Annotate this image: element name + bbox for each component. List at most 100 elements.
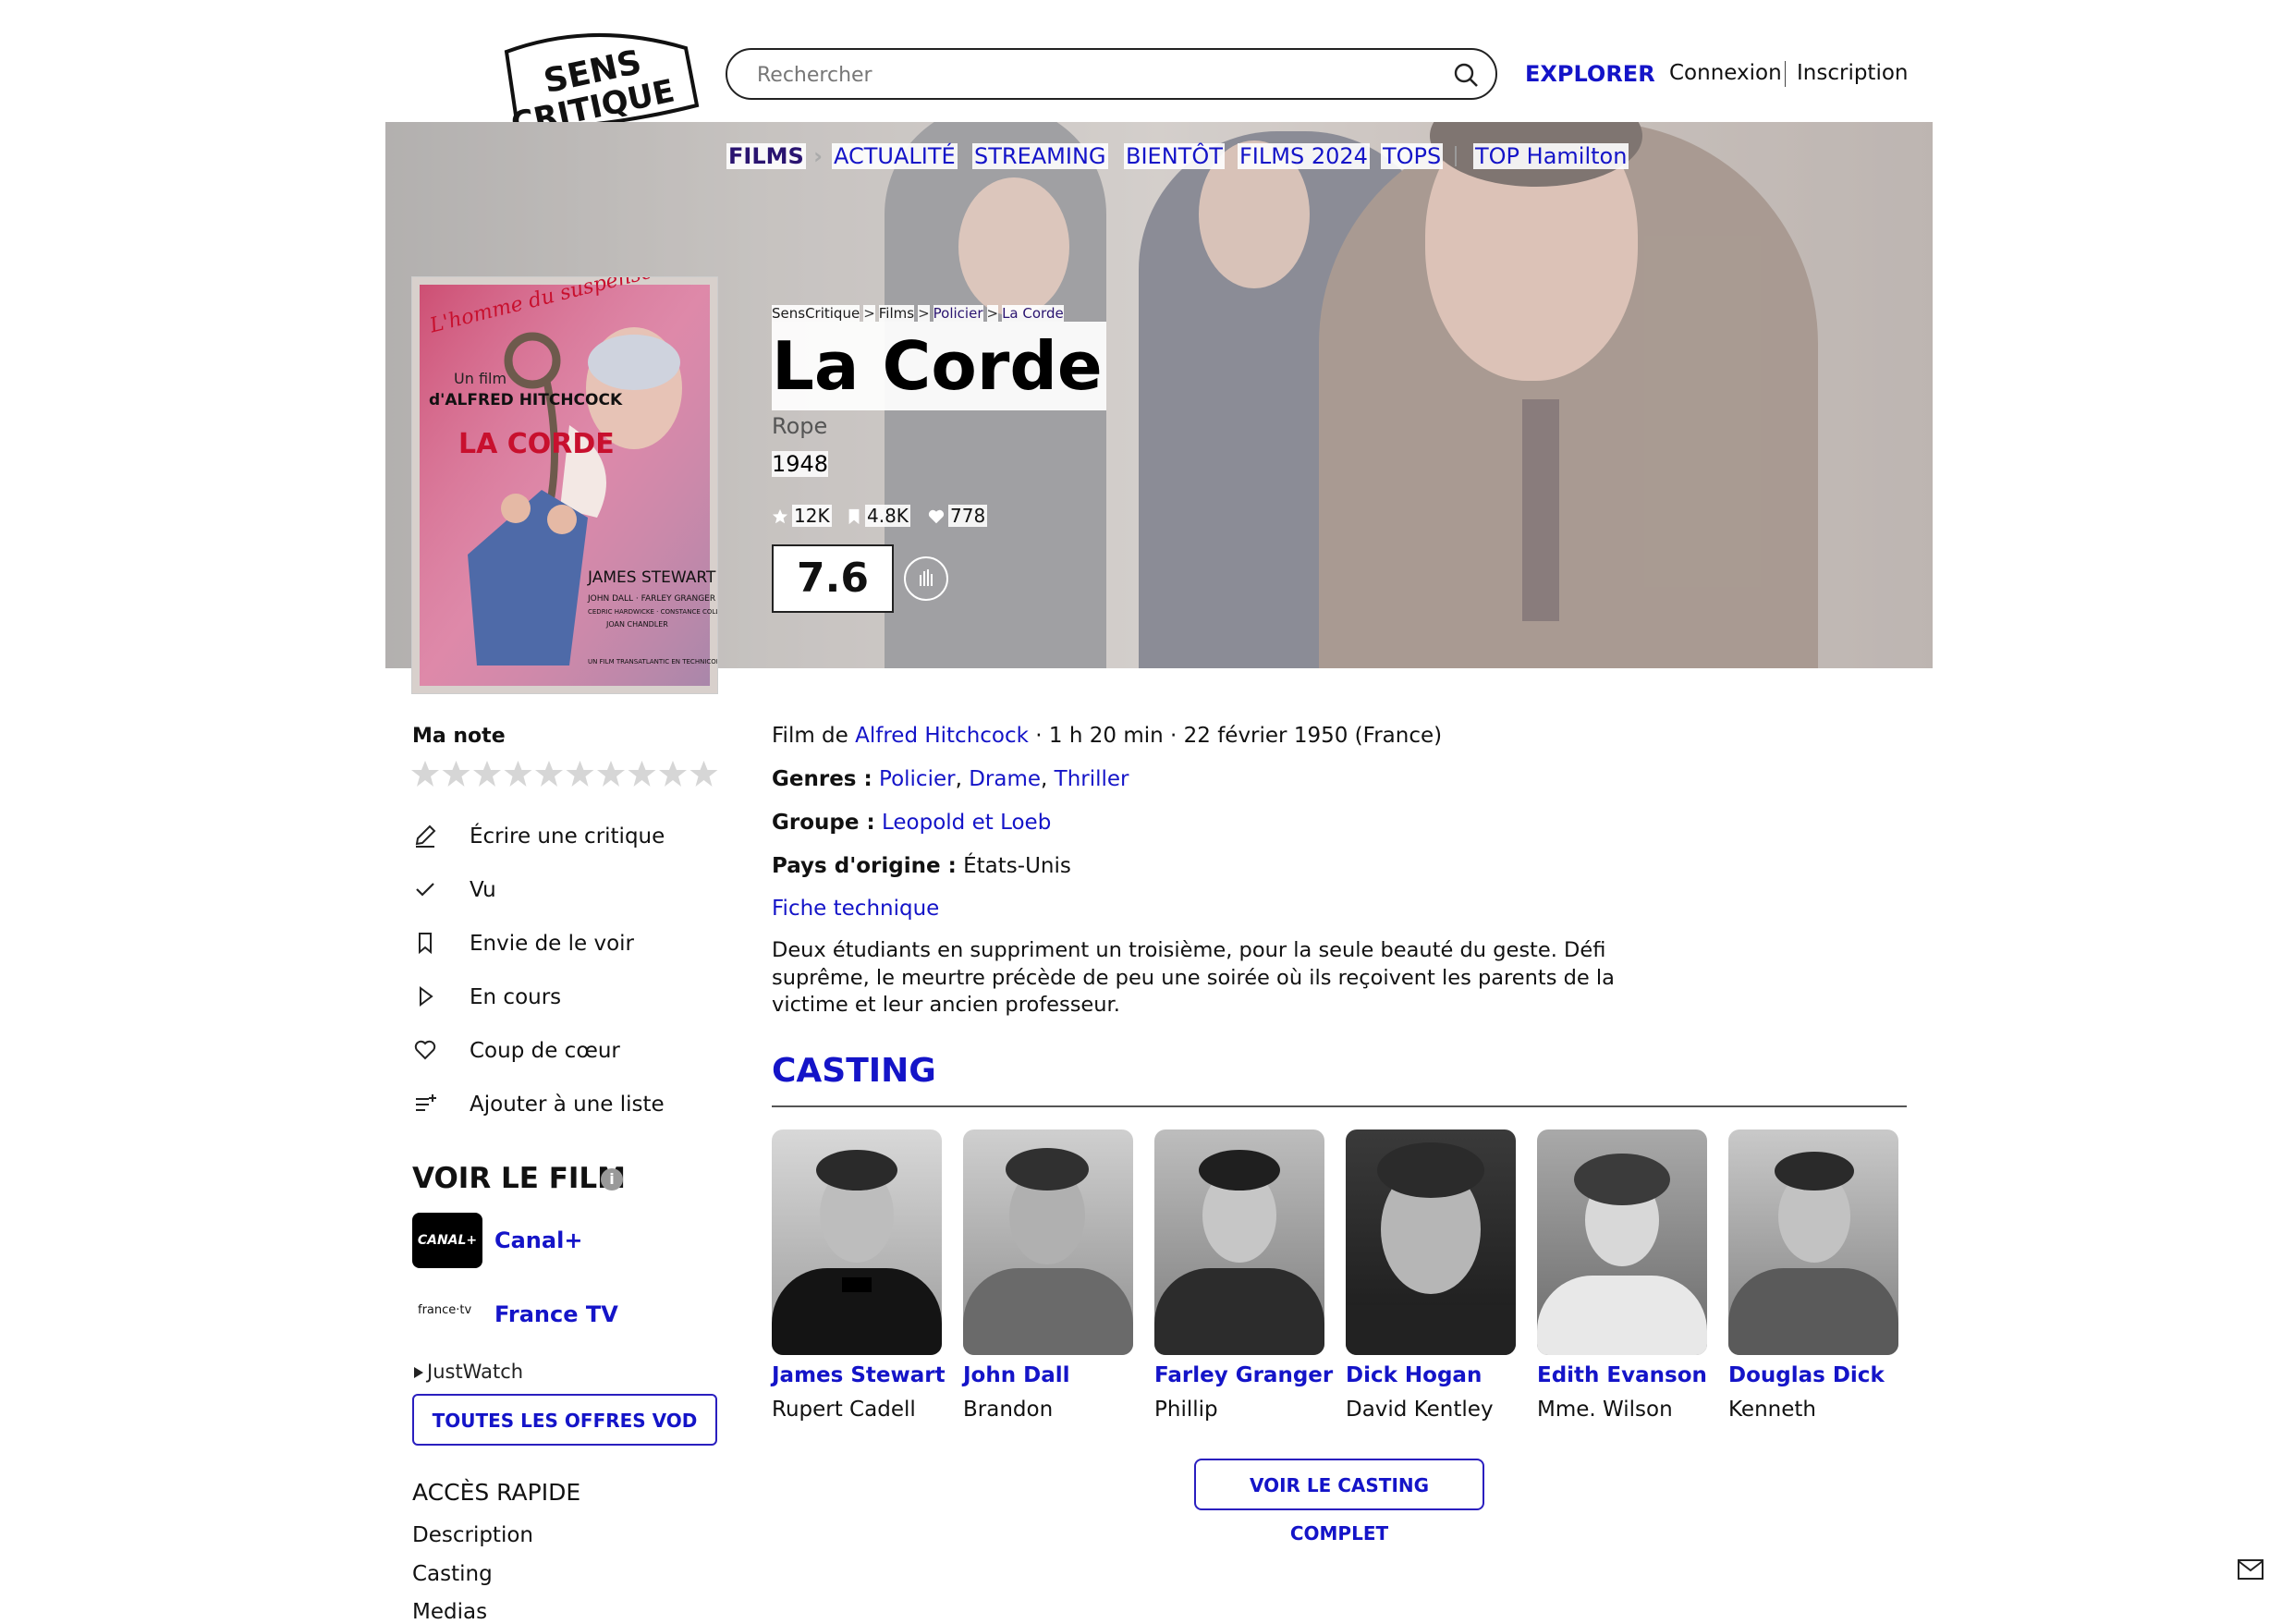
wishlist-count: 4.8K [847,505,910,527]
rating-star-icon [597,761,625,787]
check-icon [416,883,434,897]
country-line: Pays d'origine : États-Unis [772,854,1071,878]
quick-access-heading: ACCÈS RAPIDE [412,1479,581,1506]
mail-icon[interactable] [2237,1558,2264,1581]
actor-role: Kenneth [1728,1398,1816,1422]
movie-title: La Corde [772,322,1106,410]
nav-top-hamilton[interactable]: TOP Hamilton [1473,143,1629,171]
genre-drame-link[interactable]: Drame [969,767,1041,791]
nav-films[interactable]: FILMS › [726,143,823,171]
nav-bientot[interactable]: BIENTÔT [1124,143,1225,171]
rating-distribution-button[interactable] [904,556,948,601]
justwatch-attribution[interactable]: JustWatch [412,1361,523,1383]
justwatch-icon [414,1367,423,1378]
poster-costars-3: JOAN CHANDLER [605,620,668,629]
nav-actualite[interactable]: ACTUALITÉ [832,143,958,171]
casting-heading: CASTING [772,1052,936,1090]
rating-star-icon [628,761,656,787]
connexion-link[interactable]: Connexion [1669,61,1782,85]
actor-photo-dick-hogan[interactable] [1346,1129,1516,1355]
actor-role: Brandon [963,1398,1054,1422]
pencil-icon [415,824,436,848]
breadcrumb-senscritique[interactable]: SensCritique [772,305,860,322]
breadcrumb-current: La Corde [1002,305,1064,322]
ratings-count: 12K [772,505,832,527]
explorer-link[interactable]: EXPLORER [1525,61,1655,87]
original-title: Rope [772,413,828,439]
heart-icon [414,1040,436,1060]
actor-role: David Kentley [1346,1398,1494,1422]
rating-star-icon [442,761,470,787]
rating-star-icon [473,761,501,787]
actor-role: Phillip [1154,1398,1218,1422]
my-rating-label: Ma note [412,725,506,748]
nav-films-2024[interactable]: FILMS 2024 [1238,143,1370,171]
quick-link-description[interactable]: Description [412,1523,533,1547]
favorites-count: 778 [928,505,988,527]
actor-photo-douglas-dick[interactable] [1728,1129,1898,1355]
genres-line: Genres : Policier, Drame, Thriller [772,767,1129,791]
search-input[interactable] [755,59,1424,91]
breadcrumb: SensCritique > Films > Policier > La Corde [772,305,1064,322]
canal-plus-logo[interactable]: CANAL+ [412,1213,482,1268]
genre-policier-link[interactable]: Policier [879,767,956,791]
my-rating-stars[interactable] [410,760,721,789]
actor-name-john-dall[interactable]: John Dall [963,1363,1070,1387]
poster-title: LA CORDE [458,428,615,460]
full-cast-button[interactable]: VOIR LE CASTING COMPLET [1194,1459,1484,1545]
actor-name-farley-granger[interactable]: Farley Granger [1154,1363,1333,1387]
bookmark-icon [419,933,432,955]
bookmark-icon [848,508,860,525]
breadcrumb-films[interactable]: Films [878,305,915,322]
nav-streaming[interactable]: STREAMING [972,143,1108,171]
actor-name-douglas-dick[interactable]: Douglas Dick [1728,1363,1885,1387]
synopsis: Deux étudiants en suppriment un troisièm… [772,938,1615,1017]
play-icon [420,986,433,1007]
casting-divider [772,1105,1907,1107]
rating-star-icon [566,761,594,787]
actor-photo-james-stewart[interactable] [772,1129,942,1355]
poster-star: JAMES STEWART [587,568,716,587]
add-list-icon [416,1094,436,1111]
movie-poster[interactable]: L'homme du suspense! Un film d'ALFRED HI… [412,277,717,693]
rating-star-icon [659,761,687,787]
header-divider [1785,61,1786,87]
watch-movie-heading: VOIR LE FILM [412,1162,627,1195]
actor-name-james-stewart[interactable]: James Stewart [772,1363,946,1387]
star-icon [772,508,788,524]
actor-role: Rupert Cadell [772,1398,916,1422]
actor-name-edith-evanson[interactable]: Edith Evanson [1537,1363,1707,1387]
poster-director: d'ALFRED HITCHCOCK [429,391,623,409]
rating-star-icon [411,761,439,787]
actor-photo-edith-evanson[interactable] [1537,1129,1707,1355]
poster-costars: JOHN DALL · FARLEY GRANGER [587,594,715,604]
heart-icon [928,509,945,524]
canal-plus-link[interactable]: Canal+ [494,1227,582,1253]
poster-format: UN FILM TRANSATLANTIC EN TECHNICOLOR [588,658,717,665]
poster-costars-2: CEDRIC HARDWICKE · CONSTANCE COLLIER [588,608,717,616]
search-icon[interactable] [1453,62,1479,88]
inscription-link[interactable]: Inscription [1797,61,1909,85]
technical-sheet-link[interactable]: Fiche technique [772,897,939,921]
info-icon[interactable]: i [601,1168,623,1191]
breadcrumb-policier[interactable]: Policier [933,305,983,322]
average-score: 7.6 [772,544,894,613]
director-link[interactable]: Alfred Hitchcock [855,724,1029,748]
rating-star-icon [535,761,563,787]
nav-divider [1455,146,1457,166]
france-tv-link[interactable]: France TV [494,1301,618,1327]
film-credits-line: Film de Alfred Hitchcock · 1 h 20 min · … [772,724,1443,748]
search-bar[interactable] [726,48,1497,100]
release-year: 1948 [772,451,829,477]
chart-bars-icon [920,569,933,586]
groupe-link[interactable]: Leopold et Loeb [882,811,1051,835]
actor-photo-farley-granger[interactable] [1154,1129,1324,1355]
all-vod-offers-button[interactable]: TOUTES LES OFFRES VOD [412,1394,717,1446]
quick-link-casting[interactable]: Casting [412,1562,493,1586]
genre-thriller-link[interactable]: Thriller [1055,767,1129,791]
nav-tops[interactable]: TOPS [1381,143,1444,171]
actor-photo-john-dall[interactable] [963,1129,1133,1355]
quick-link-medias[interactable]: Medias [412,1600,487,1624]
actor-name-dick-hogan[interactable]: Dick Hogan [1346,1363,1482,1387]
france-tv-logo[interactable]: france·tv [412,1285,482,1340]
